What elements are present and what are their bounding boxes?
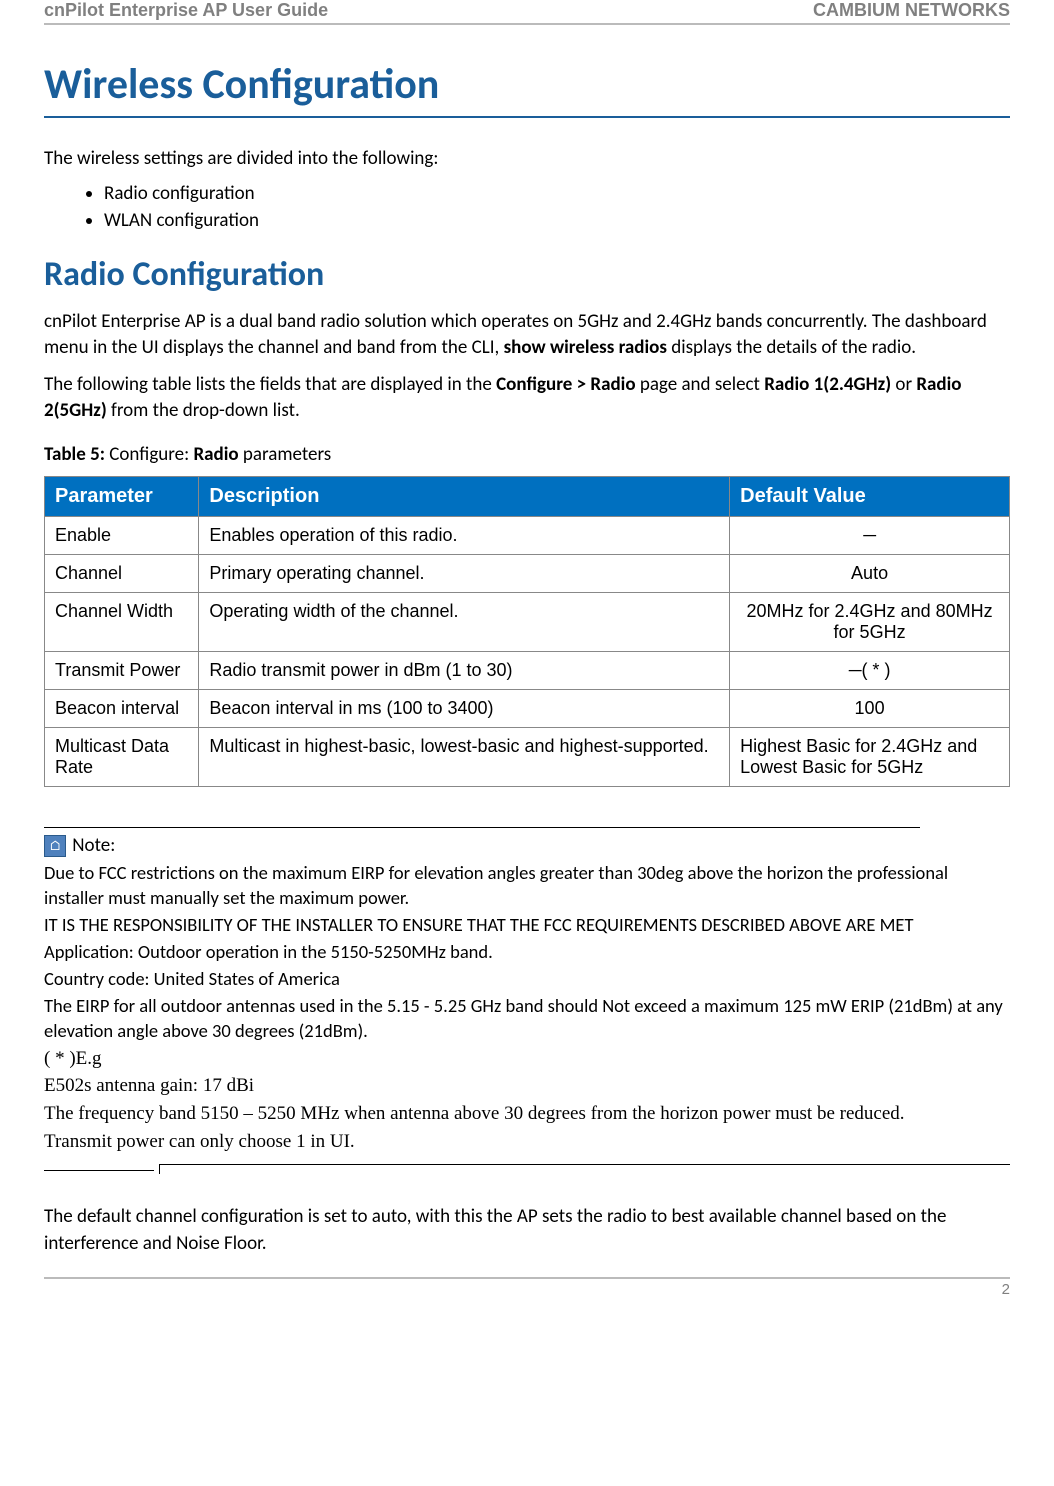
note-line-serif: The frequency band 5150 – 5250 MHz when … <box>44 1101 1010 1127</box>
closing-text: The default channel configuration is set… <box>44 1204 1010 1257</box>
page-footer: 2 <box>44 1277 1010 1298</box>
cell-param: Beacon interval <box>45 690 199 728</box>
page-number: 2 <box>1002 1281 1010 1298</box>
note-label: Note: <box>68 834 115 857</box>
text-bold: Configure > Radio <box>496 373 635 396</box>
cell-def: ─ <box>730 517 1010 555</box>
note-line-serif: E502s antenna gain: 17 dBi <box>44 1073 1010 1099</box>
cell-desc: Enables operation of this radio. <box>199 517 730 555</box>
page-header: cnPilot Enterprise AP User Guide CAMBIUM… <box>44 0 1010 25</box>
table-caption: Table 5: Configure: Radio parameters <box>44 443 1010 466</box>
note-icon <box>44 835 66 857</box>
cell-def: Highest Basic for 2.4GHz and Lowest Basi… <box>730 728 1010 787</box>
cell-param: Transmit Power <box>45 652 199 690</box>
radio-para-1: cnPilot Enterprise AP is a dual band rad… <box>44 309 1010 362</box>
cell-desc: Beacon interval in ms (100 to 3400) <box>199 690 730 728</box>
section-heading: Radio Configuration <box>44 254 1010 295</box>
radio-para-2: The following table lists the fields tha… <box>44 372 1010 425</box>
text: The following table lists the fields tha… <box>44 373 496 396</box>
text: Configure: <box>105 443 194 466</box>
note-line: Application: Outdoor operation in the 51… <box>44 940 1010 965</box>
cell-param: Channel <box>45 555 199 593</box>
cell-param: Channel Width <box>45 593 199 652</box>
page-title: Wireless Configuration <box>44 59 1010 118</box>
cell-def: 20MHz for 2.4GHz and 80MHz for 5GHz <box>730 593 1010 652</box>
cell-def: ─( * ) <box>730 652 1010 690</box>
bullet-item: WLAN configuration <box>104 209 1010 232</box>
table-row: Transmit Power Radio transmit power in d… <box>45 652 1010 690</box>
note-line-serif: ( * )E.g <box>44 1046 1010 1072</box>
cell-def: Auto <box>730 555 1010 593</box>
header-left: cnPilot Enterprise AP User Guide <box>44 0 328 21</box>
intro-bullets: Radio configuration WLAN configuration <box>44 182 1010 232</box>
text-bold: Radio 1(2.4GHz) <box>764 373 891 396</box>
cell-def: 100 <box>730 690 1010 728</box>
cell-param: Multicast Data Rate <box>45 728 199 787</box>
cell-param: Enable <box>45 517 199 555</box>
note-block: Note: Due to FCC restrictions on the max… <box>44 834 1010 1154</box>
table-header-description: Description <box>199 477 730 517</box>
intro-text: The wireless settings are divided into t… <box>44 146 1010 172</box>
text-bold: Table 5: <box>44 443 105 466</box>
text-bold: Radio <box>193 443 238 466</box>
note-line: Due to FCC restrictions on the maximum E… <box>44 861 1010 911</box>
table-row: Enable Enables operation of this radio. … <box>45 517 1010 555</box>
text: displays the details of the radio. <box>667 336 916 359</box>
table-row: Channel Width Operating width of the cha… <box>45 593 1010 652</box>
table-header-default: Default Value <box>730 477 1010 517</box>
text: or <box>891 373 916 396</box>
cell-desc: Multicast in highest-basic, lowest-basic… <box>199 728 730 787</box>
table-row: Beacon interval Beacon interval in ms (1… <box>45 690 1010 728</box>
note-line: Country code: United States of America <box>44 967 1010 992</box>
header-right: CAMBIUM NETWORKS <box>813 0 1010 21</box>
text: from the drop-down list. <box>107 399 300 422</box>
text-bold: show wireless radios <box>504 336 667 359</box>
cell-desc: Radio transmit power in dBm (1 to 30) <box>199 652 730 690</box>
table-header-parameter: Parameter <box>45 477 199 517</box>
cell-desc: Operating width of the channel. <box>199 593 730 652</box>
radio-params-table: Parameter Description Default Value Enab… <box>44 476 1010 787</box>
note-body: Due to FCC restrictions on the maximum E… <box>44 861 1010 1154</box>
note-separator <box>44 827 920 828</box>
table-row: Channel Primary operating channel. Auto <box>45 555 1010 593</box>
note-bottom-rule <box>44 1164 1010 1174</box>
bullet-item: Radio configuration <box>104 182 1010 205</box>
table-row: Multicast Data Rate Multicast in highest… <box>45 728 1010 787</box>
note-line-serif: Transmit power can only choose 1 in UI. <box>44 1129 1010 1155</box>
text: parameters <box>239 443 332 466</box>
note-line: IT IS THE RESPONSIBILITY OF THE INSTALLE… <box>44 913 1010 938</box>
note-line: The EIRP for all outdoor antennas used i… <box>44 994 1010 1044</box>
cell-desc: Primary operating channel. <box>199 555 730 593</box>
text: page and select <box>636 373 765 396</box>
